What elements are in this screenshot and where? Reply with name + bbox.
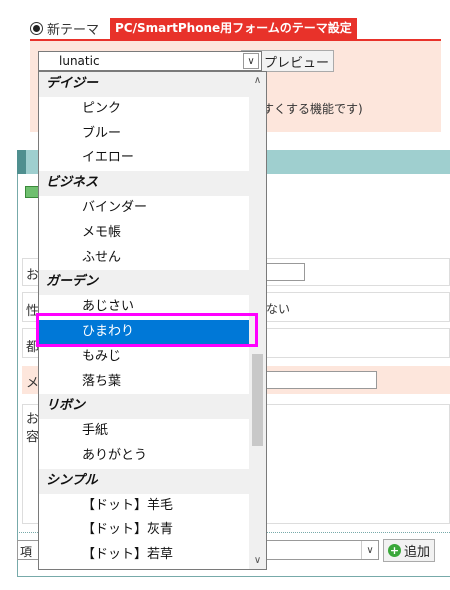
form-icon (25, 186, 39, 198)
theme-select[interactable]: lunatic ∨ (38, 51, 262, 71)
divider (17, 576, 450, 577)
form-text-input[interactable] (264, 263, 305, 281)
option-business-binder[interactable]: バインダー (39, 196, 249, 221)
chevron-down-icon: ∨ (361, 541, 378, 559)
option-group-simple: シンプル (39, 468, 249, 494)
plus-icon: + (388, 544, 401, 557)
option-daisy-blue[interactable]: ブルー (39, 122, 249, 147)
new-theme-label: 新テーマ (47, 22, 100, 38)
field-type-select-value: 項 (20, 545, 33, 559)
option-daisy-yellow[interactable]: イエロー (39, 146, 249, 171)
option-simple-dot-wool[interactable]: 【ドット】羊毛 (39, 494, 249, 519)
new-theme-radio[interactable]: 新テーマ (30, 18, 99, 38)
gender-option-text: ない (266, 302, 291, 316)
add-button-label: 追加 (404, 545, 431, 560)
option-business-sticky[interactable]: ふせん (39, 246, 249, 271)
option-garden-fallen-leaves[interactable]: 落ち葉 (39, 370, 249, 395)
option-daisy-pink[interactable]: ピンク (39, 97, 249, 122)
settings-hint-text: すくする機能です) (262, 102, 363, 116)
option-garden-maple[interactable]: もみじ (39, 345, 249, 370)
theme-settings-tag: PC/SmartPhone用フォームのテーマ設定 (110, 18, 357, 39)
add-button[interactable]: + 追加 (383, 539, 436, 562)
option-simple-dot-greyblue[interactable]: 【ドット】灰青 (39, 518, 249, 543)
selection-highlight-box (36, 313, 258, 347)
preview-button-label: プレビュー (264, 55, 330, 71)
option-simple-dot-grass[interactable]: 【ドット】若草 (39, 543, 249, 568)
scroll-thumb[interactable] (252, 354, 263, 446)
form-text-input[interactable] (264, 371, 377, 389)
option-group-garden: ガーデン (39, 270, 249, 296)
option-ribbon-thanks[interactable]: ありがとう (39, 444, 249, 469)
scroll-up-icon[interactable]: ∧ (249, 72, 266, 89)
option-ribbon-letter[interactable]: 手紙 (39, 419, 249, 444)
radio-selected-icon (30, 21, 43, 35)
scroll-down-icon[interactable]: ∨ (249, 552, 266, 569)
option-business-memo[interactable]: メモ帳 (39, 221, 249, 246)
theme-select-value: lunatic (59, 54, 100, 68)
option-group-business: ビジネス (39, 171, 249, 196)
option-group-ribbon: リボン (39, 394, 249, 420)
chevron-down-icon: ∨ (243, 53, 259, 69)
option-group-daisy: デイジー (39, 72, 249, 97)
